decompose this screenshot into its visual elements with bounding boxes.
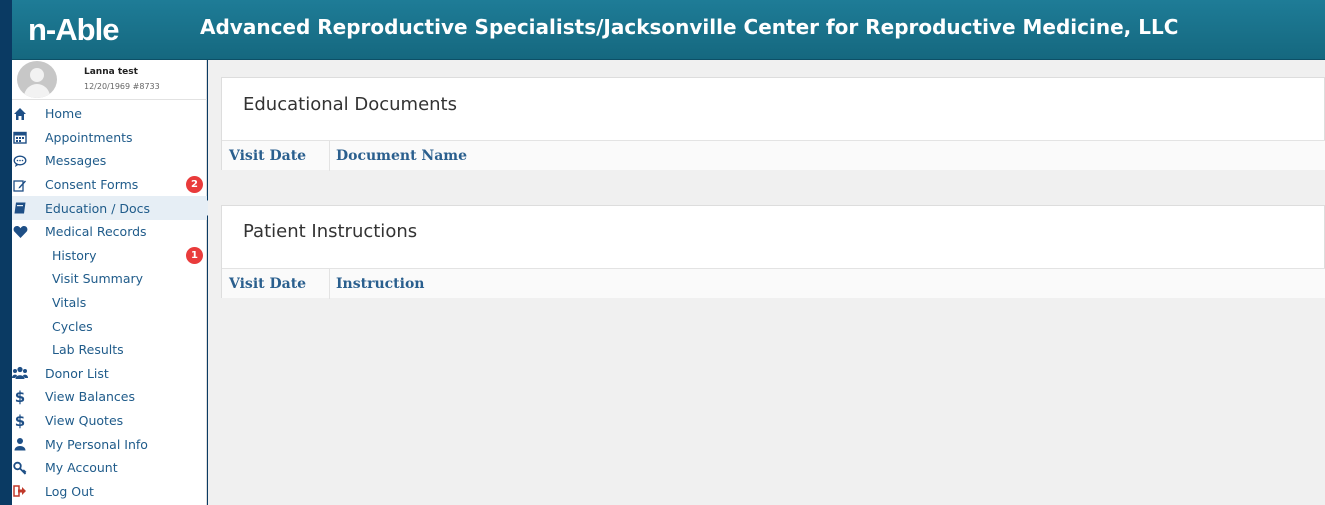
org-title: Advanced Reproductive Specialists/Jackso… <box>200 15 1179 39</box>
column-header-visit-date[interactable]: Visit Date <box>229 148 306 164</box>
app-logo[interactable]: n-Able <box>28 10 119 50</box>
sidebar-item-donor-list[interactable]: Donor List <box>12 362 207 386</box>
sidebar-item-lab-results[interactable]: Lab Results <box>12 338 207 362</box>
sidebar-item-label: Donor List <box>45 365 109 381</box>
user-icon <box>12 436 28 452</box>
sidebar-item-my-personal-info[interactable]: My Personal Info <box>12 432 207 456</box>
logout-icon <box>12 483 28 499</box>
sidebar-item-label: Lab Results <box>52 342 124 358</box>
avatar <box>17 61 57 98</box>
notification-badge: 1 <box>186 246 203 264</box>
key-icon <box>12 460 28 476</box>
profile-card[interactable]: Lanna test 12/20/1969 #8733 <box>12 60 207 100</box>
table-header: Visit Date Document Name <box>222 140 1325 171</box>
sidebar-item-view-balances[interactable]: $ View Balances <box>12 385 207 409</box>
dollar-icon: $ <box>14 411 26 430</box>
sidebar-item-consent-forms[interactable]: Consent Forms 2 <box>12 173 207 197</box>
sidebar-item-label: My Personal Info <box>45 436 148 452</box>
patient-instructions-panel: Patient Instructions Visit Date Instruct… <box>221 205 1325 299</box>
chat-icon <box>12 153 28 169</box>
sidebar-item-label: Messages <box>45 153 107 169</box>
notification-badge: 2 <box>186 176 203 194</box>
heart-icon <box>12 224 28 240</box>
sidebar-item-education-docs[interactable]: Education / Docs <box>12 196 215 220</box>
main-content: Educational Documents Visit Date Documen… <box>208 60 1325 505</box>
sidebar-item-label: View Balances <box>45 389 136 405</box>
panel-title: Educational Documents <box>243 94 457 115</box>
sidebar: Lanna test 12/20/1969 #8733 Home Appoint… <box>12 60 215 505</box>
sidebar-item-label: Log Out <box>45 483 94 499</box>
profile-name: Lanna test <box>84 67 138 77</box>
edit-icon <box>12 177 28 193</box>
sidebar-item-label: My Account <box>45 460 118 476</box>
sidebar-item-vitals[interactable]: Vitals <box>12 291 207 315</box>
app-header: n-Able Advanced Reproductive Specialists… <box>12 0 1325 60</box>
sidebar-item-label: Appointments <box>45 129 133 145</box>
sidebar-item-log-out[interactable]: Log Out <box>12 480 207 504</box>
profile-meta: 12/20/1969 #8733 <box>84 82 160 91</box>
sidebar-item-label: View Quotes <box>45 413 124 429</box>
book-icon <box>12 200 28 216</box>
sidebar-item-history[interactable]: History 1 <box>12 244 207 268</box>
sidebar-nav: Home Appointments Messages Consent Forms… <box>12 102 215 504</box>
panel-title: Patient Instructions <box>243 221 418 242</box>
sidebar-item-label: Education / Docs <box>45 200 151 216</box>
dollar-icon: $ <box>14 387 26 406</box>
sidebar-item-cycles[interactable]: Cycles <box>12 314 207 338</box>
column-header-instruction[interactable]: Instruction <box>336 276 424 292</box>
sidebar-item-medical-records[interactable]: Medical Records <box>12 220 207 244</box>
table-header: Visit Date Instruction <box>222 268 1325 299</box>
sidebar-item-label: Consent Forms <box>45 177 139 193</box>
sidebar-item-messages[interactable]: Messages <box>12 149 207 173</box>
sidebar-item-label: Vitals <box>52 295 87 311</box>
sidebar-item-label: Home <box>45 106 82 122</box>
sidebar-item-label: Medical Records <box>45 224 147 240</box>
sidebar-item-appointments[interactable]: Appointments <box>12 126 207 150</box>
sidebar-item-label: History <box>52 247 97 263</box>
calendar-icon <box>12 129 28 145</box>
sidebar-item-label: Cycles <box>52 318 93 334</box>
sidebar-item-label: Visit Summary <box>52 271 144 287</box>
sidebar-item-home[interactable]: Home <box>12 102 207 126</box>
educational-documents-panel: Educational Documents Visit Date Documen… <box>221 77 1325 171</box>
sidebar-item-visit-summary[interactable]: Visit Summary <box>12 267 207 291</box>
column-header-document-name[interactable]: Document Name <box>336 148 467 164</box>
users-icon <box>12 365 28 381</box>
sidebar-item-my-account[interactable]: My Account <box>12 456 207 480</box>
sidebar-item-view-quotes[interactable]: $ View Quotes <box>12 409 207 433</box>
column-header-visit-date[interactable]: Visit Date <box>229 276 306 292</box>
home-icon <box>12 106 28 122</box>
